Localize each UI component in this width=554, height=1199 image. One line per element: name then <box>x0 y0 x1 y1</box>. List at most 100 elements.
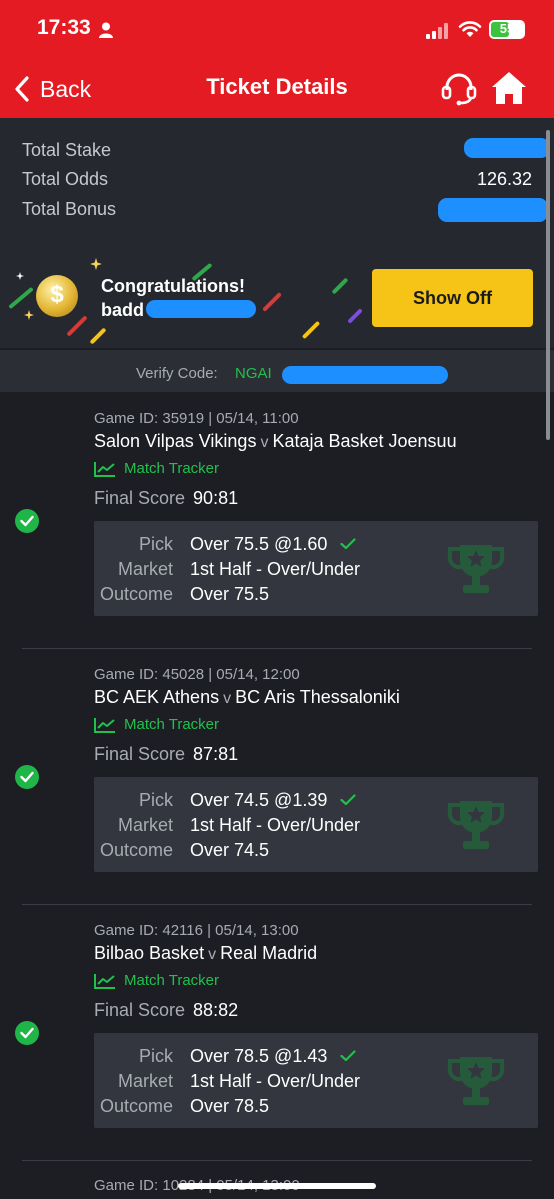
back-button[interactable]: Back <box>14 72 91 106</box>
final-score: Final Score 88:82 <box>94 1000 238 1021</box>
versus-label: v <box>223 690 232 707</box>
redaction-scribble <box>438 198 548 222</box>
confetti <box>89 327 107 345</box>
headset-icon[interactable] <box>441 72 477 106</box>
chart-line-icon <box>94 973 115 989</box>
bet-item: Game ID: 35919 | 05/14, 11:00 Salon Vilp… <box>0 392 554 646</box>
confetti <box>301 320 321 340</box>
bet-item: Game ID: 42116 | 05/14, 13:00 Bilbao Bas… <box>0 904 554 1158</box>
checkmark-icon <box>340 1050 356 1062</box>
verify-code-bar: Verify Code: NGAI <box>0 350 554 392</box>
verify-code-value[interactable]: NGAI <box>235 365 272 382</box>
away-team: BC Aris Thessaloniki <box>235 687 400 707</box>
checkmark-icon <box>340 538 356 550</box>
total-stake-label: Total Stake <box>22 140 112 160</box>
away-team: Real Madrid <box>220 943 318 963</box>
market-label: Market <box>117 1071 173 1091</box>
show-off-button[interactable]: Show Off <box>372 269 533 327</box>
divider <box>22 648 532 649</box>
pick-details-box: Pick Over 75.5 @1.60 Market 1st Half - O… <box>94 521 538 616</box>
final-score-value: 90:81 <box>193 488 239 508</box>
home-indicator[interactable] <box>178 1183 376 1189</box>
game-meta: Game ID: 35919 | 05/14, 11:00 <box>94 410 299 427</box>
back-label: Back <box>40 75 92 102</box>
market-value: 1st Half - Over/Under <box>190 815 361 835</box>
outcome-label: Outcome <box>99 584 173 604</box>
status-time: 17:33 <box>37 16 91 39</box>
outcome-value: Over 78.5 <box>190 1096 270 1116</box>
final-score: Final Score 87:81 <box>94 744 238 765</box>
market-value: 1st Half - Over/Under <box>190 1071 361 1091</box>
trophy-icon <box>447 801 505 849</box>
pick-value: Over 78.5 @1.43 <box>190 1046 356 1067</box>
divider <box>22 904 532 905</box>
match-teams: BC AEK Athens v BC Aris Thessaloniki <box>94 687 400 708</box>
pick-label: Pick <box>138 790 173 810</box>
match-tracker-link[interactable]: Match Tracker <box>94 972 219 989</box>
pick-details-box: Pick Over 74.5 @1.39 Market 1st Half - O… <box>94 777 538 872</box>
market-value: 1st Half - Over/Under <box>190 559 361 579</box>
match-teams: Salon Vilpas Vikings v Kataja Basket Joens… <box>94 431 457 452</box>
total-bonus-label: Total Bonus <box>22 199 117 219</box>
home-icon[interactable] <box>491 70 527 106</box>
redaction-scribble <box>282 366 448 384</box>
sparkle-icon <box>24 310 34 320</box>
match-tracker-label: Match Tracker <box>124 460 220 477</box>
signal-icon <box>426 23 448 39</box>
chevron-left-icon <box>15 76 29 102</box>
market-label: Market <box>117 559 173 579</box>
verify-code-label: Verify Code: <box>136 365 218 382</box>
confetti <box>66 315 88 337</box>
versus-label: v <box>208 946 217 963</box>
match-tracker-link[interactable]: Match Tracker <box>94 716 219 733</box>
home-team: BC AEK Athens <box>94 687 220 707</box>
checkmark-icon <box>340 794 356 806</box>
total-stake-row: Total Stake <box>22 140 532 161</box>
person-icon <box>99 22 113 38</box>
check-circle-icon <box>15 1021 39 1045</box>
outcome-label: Outcome <box>99 840 173 860</box>
total-odds-label: Total Odds <box>22 169 109 189</box>
sparkle-icon <box>16 272 24 280</box>
trophy-icon <box>447 545 505 593</box>
final-score-label: Final Score <box>94 1000 186 1020</box>
game-meta: Game ID: 45028 | 05/14, 12:00 <box>94 666 300 683</box>
congrats-username: badd <box>101 300 144 320</box>
coin-icon: $ <box>36 275 78 317</box>
pick-value: Over 75.5 @1.60 <box>190 534 356 555</box>
total-odds-value: 126.32 <box>476 169 532 189</box>
game-meta: Game ID: 42116 | 05/14, 13:00 <box>94 922 299 939</box>
battery-indicator: 55 <box>489 20 525 39</box>
final-score-label: Final Score <box>94 488 186 508</box>
match-tracker-link[interactable]: Match Tracker <box>94 460 219 477</box>
trophy-icon <box>447 1057 505 1105</box>
chart-line-icon <box>94 717 115 733</box>
scrollbar[interactable] <box>546 130 550 440</box>
versus-label: v <box>260 434 269 451</box>
away-team: Kataja Basket Joensuu <box>272 431 457 451</box>
confetti <box>331 277 349 295</box>
check-circle-icon <box>15 765 39 789</box>
bet-item: Game ID: 10284 | 05/14, 13:00 <box>0 1160 554 1199</box>
redaction-scribble <box>146 300 256 318</box>
check-circle-icon <box>15 509 39 533</box>
pick-label: Pick <box>138 1046 173 1066</box>
outcome-value: Over 75.5 <box>190 584 270 604</box>
final-score-value: 88:82 <box>193 1000 239 1020</box>
final-score-label: Final Score <box>94 744 186 764</box>
match-teams: Bilbao Basket v Real Madrid <box>94 943 317 964</box>
chart-line-icon <box>94 461 115 477</box>
match-tracker-label: Match Tracker <box>124 972 220 989</box>
sparkle-icon <box>90 258 102 270</box>
outcome-label: Outcome <box>99 1096 173 1116</box>
battery-percent: 55 <box>499 21 515 36</box>
match-tracker-label: Match Tracker <box>124 716 220 733</box>
redaction-scribble <box>464 138 550 158</box>
wifi-icon <box>458 21 482 37</box>
home-team: Salon Vilpas Vikings <box>94 431 257 451</box>
total-odds-row: Total Odds 126.32 <box>22 169 532 190</box>
confetti <box>347 308 363 324</box>
bet-item: Game ID: 45028 | 05/14, 12:00 BC AEK Ath… <box>0 648 554 902</box>
congrats-title: Congratulations! <box>101 276 245 296</box>
home-team: Bilbao Basket <box>94 943 205 963</box>
